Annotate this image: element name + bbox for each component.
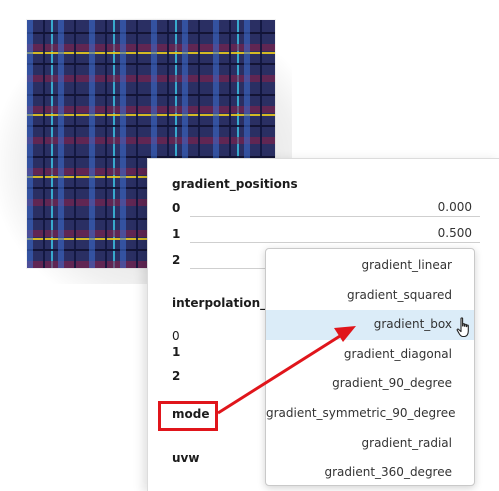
option-gradient-360-degree[interactable]: gradient_360_degree bbox=[266, 458, 474, 485]
gradient-position-1-field[interactable]: 0.500 bbox=[190, 223, 480, 243]
option-gradient-90-degree[interactable]: gradient_90_degree bbox=[266, 369, 474, 399]
mode-dropdown-list[interactable]: gradient_linear gradient_squared gradien… bbox=[265, 248, 475, 486]
option-gradient-box[interactable]: gradient_box bbox=[266, 310, 474, 340]
option-gradient-linear[interactable]: gradient_linear bbox=[266, 251, 474, 281]
gradient-positions-label: gradient_positions bbox=[172, 177, 298, 191]
interp-index-0: 0 bbox=[172, 329, 180, 343]
option-gradient-symmetric-90-degree[interactable]: gradient_symmetric_90_degree bbox=[266, 399, 474, 429]
hand-pointer-icon bbox=[456, 317, 469, 338]
interp-index-1: 1 bbox=[172, 345, 181, 359]
option-gradient-radial[interactable]: gradient_radial bbox=[266, 429, 474, 459]
interp-index-2: 2 bbox=[172, 369, 181, 383]
option-gradient-diagonal[interactable]: gradient_diagonal bbox=[266, 340, 474, 370]
option-gradient-squared[interactable]: gradient_squared bbox=[266, 281, 474, 311]
gradient-position-0-field[interactable]: 0.000 bbox=[190, 197, 480, 217]
mode-highlight-box bbox=[158, 401, 218, 431]
row-index-2: 2 bbox=[172, 253, 181, 267]
row-index-1: 1 bbox=[172, 227, 181, 241]
row-index-0: 0 bbox=[172, 201, 181, 215]
uvw-label: uvw bbox=[172, 451, 200, 465]
